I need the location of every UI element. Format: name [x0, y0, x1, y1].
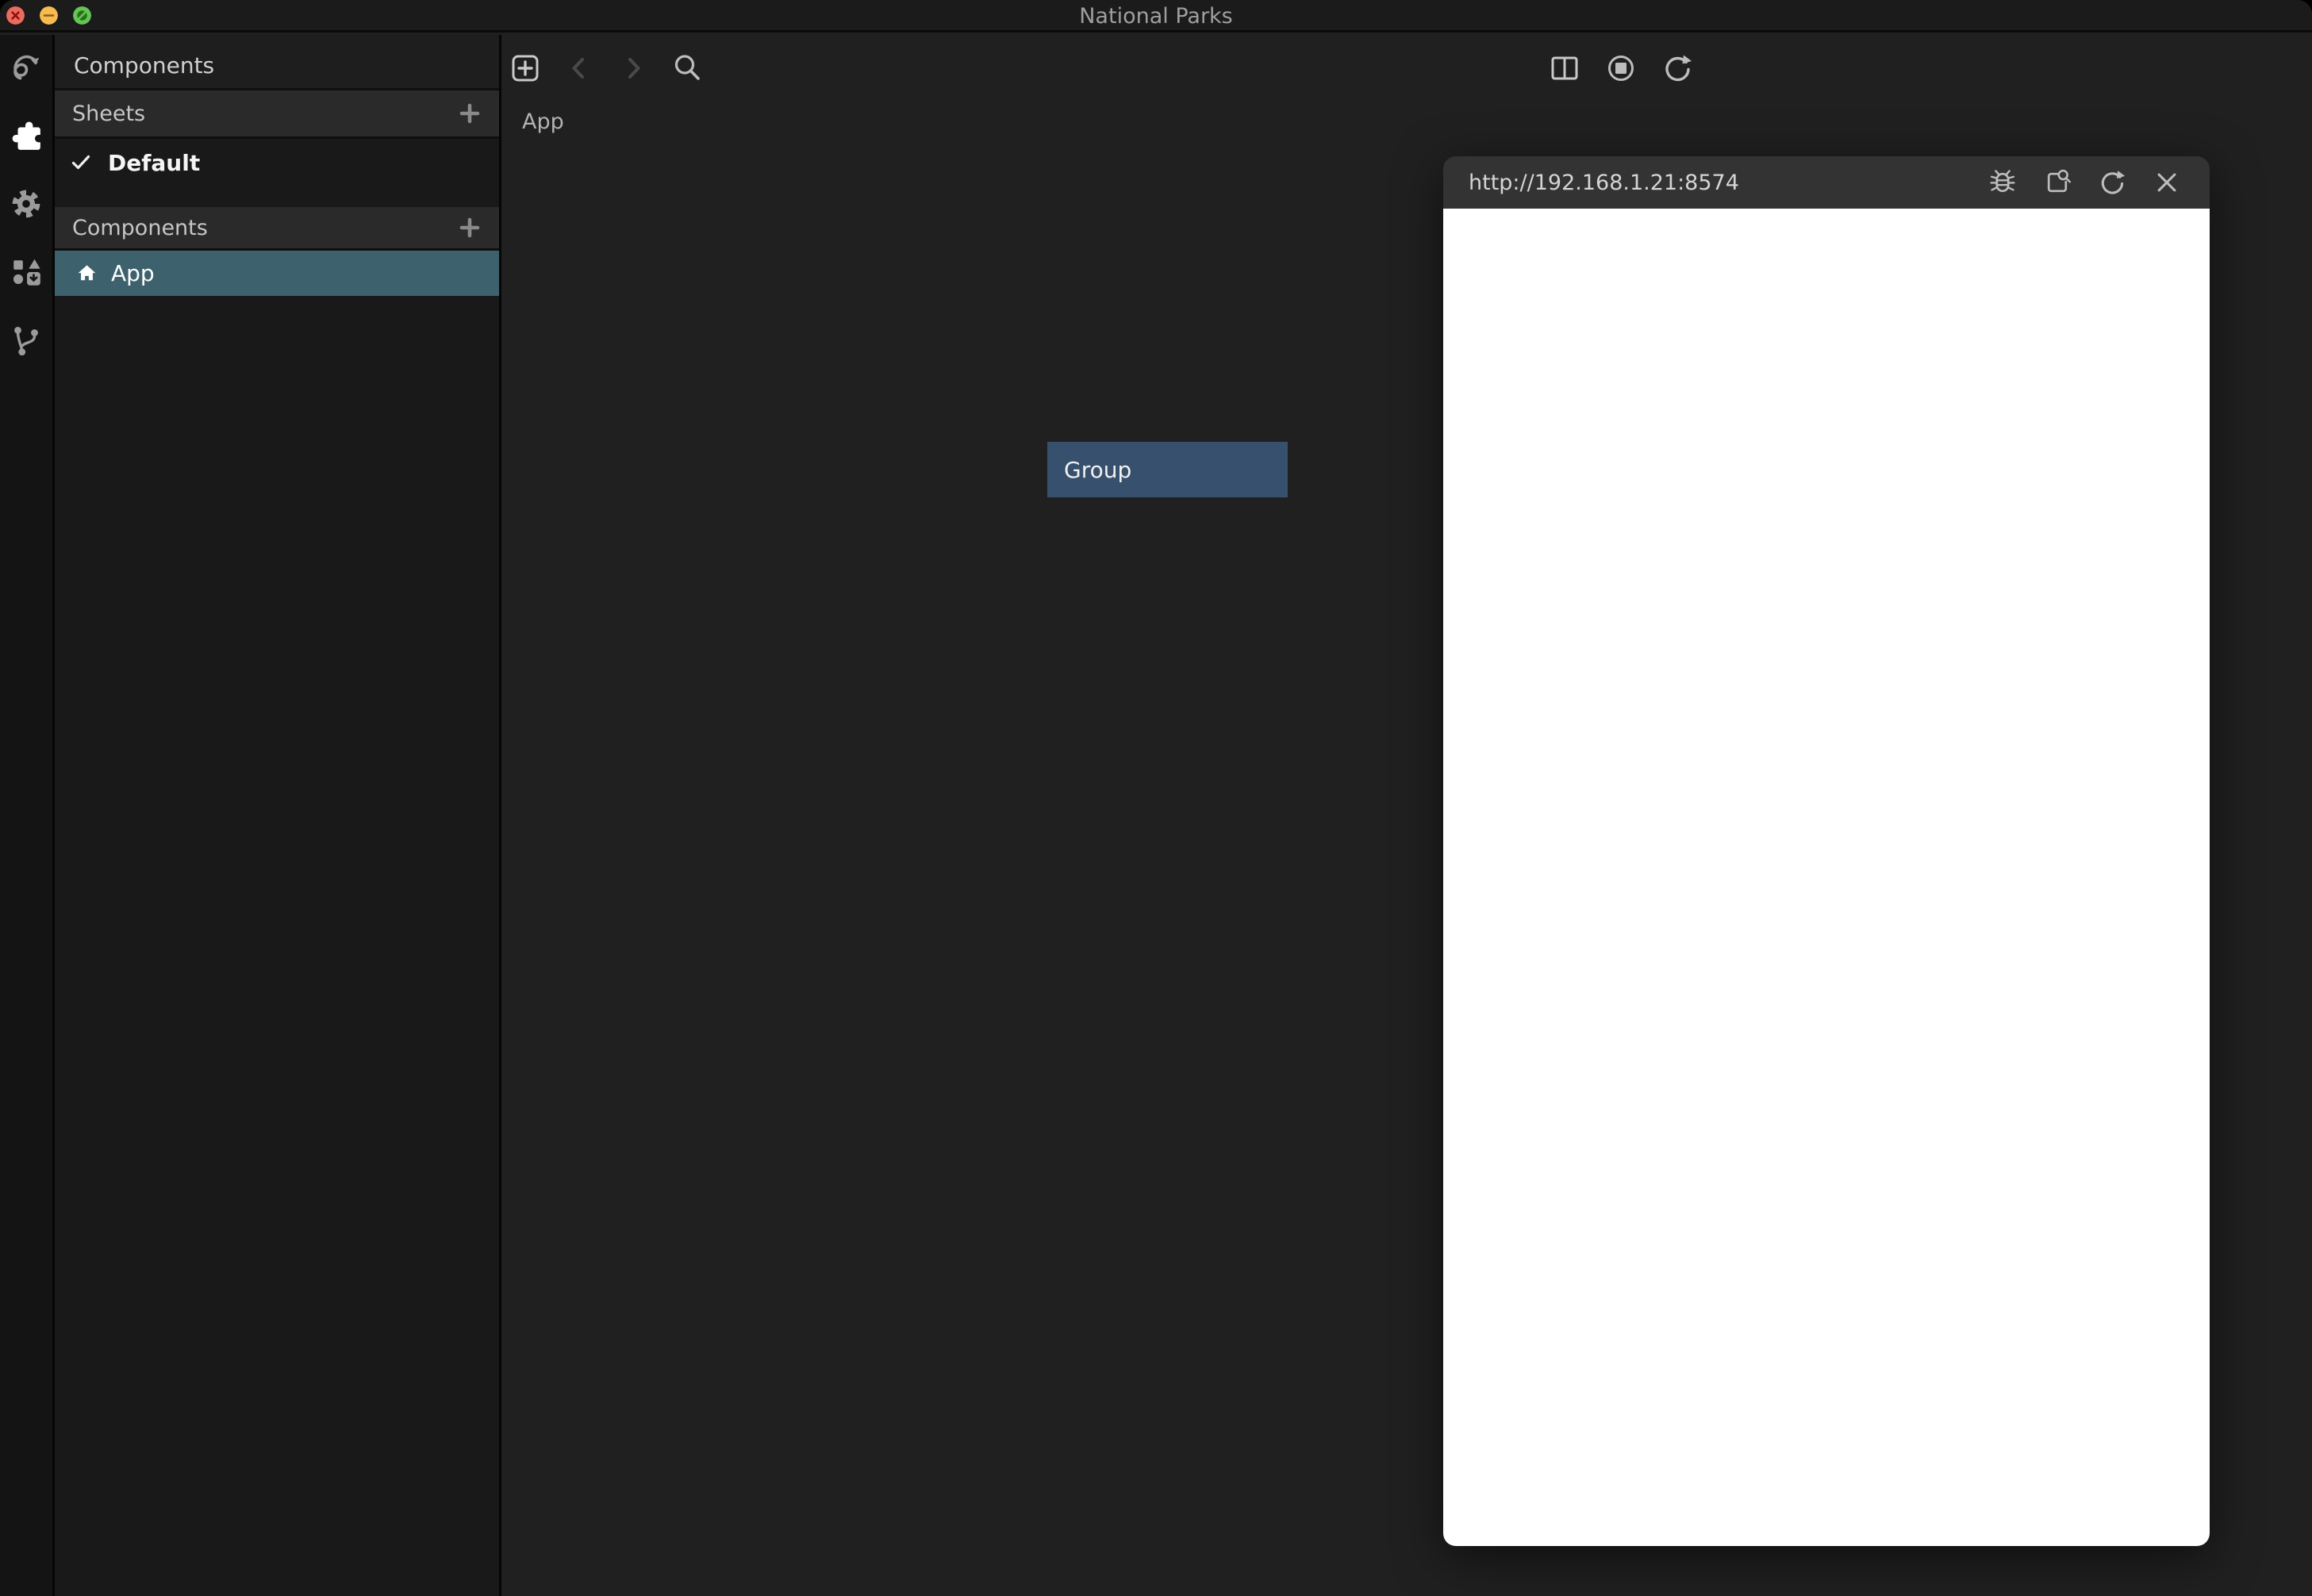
canvas: App Group http://192.168.1.21:8574 — [501, 35, 2312, 1596]
breadcrumb[interactable]: App — [522, 109, 564, 134]
canvas-toolbar-left — [509, 35, 703, 102]
preview-reload-icon[interactable] — [2098, 168, 2126, 197]
add-component-button[interactable] — [458, 216, 482, 240]
reload-icon[interactable] — [1661, 52, 1693, 84]
components-section-title: Components — [72, 216, 208, 240]
preview-header-icons — [1988, 168, 2181, 197]
home-icon — [76, 263, 98, 284]
preview-window: http://192.168.1.21:8574 — [1443, 156, 2210, 1546]
add-sheet-button[interactable] — [458, 102, 482, 125]
sheets-section-title: Sheets — [72, 102, 145, 126]
preview-content — [1443, 209, 2210, 1546]
nav-back-icon[interactable] — [563, 52, 595, 84]
canvas-toolbar-right — [1549, 35, 1693, 102]
assets-shapes-icon[interactable] — [10, 255, 43, 289]
sheets-section-header: Sheets — [55, 90, 499, 139]
window-title: National Parks — [0, 0, 2312, 33]
group-element[interactable]: Group — [1047, 442, 1288, 497]
settings-gear-icon[interactable] — [10, 187, 43, 221]
inspect-icon[interactable] — [2043, 168, 2072, 197]
checkmark-icon — [70, 152, 92, 174]
sidebar: Components Sheets Default Components — [55, 35, 501, 1596]
preview-url: http://192.168.1.21:8574 — [1469, 171, 1739, 195]
search-icon[interactable] — [671, 52, 703, 84]
preview-close-icon[interactable] — [2153, 168, 2181, 197]
split-view-icon[interactable] — [1549, 52, 1580, 84]
titlebar: National Parks — [0, 0, 2312, 33]
activity-rail — [0, 35, 55, 1596]
group-element-label: Group — [1064, 457, 1131, 483]
version-control-branch-icon[interactable] — [10, 324, 43, 357]
preview-header[interactable]: http://192.168.1.21:8574 — [1443, 156, 2210, 209]
app-window: National Parks — [0, 0, 2312, 1596]
components-icon[interactable] — [10, 119, 43, 152]
add-frame-icon[interactable] — [509, 52, 541, 84]
component-item-label: App — [111, 260, 155, 286]
nav-forward-icon[interactable] — [617, 52, 649, 84]
component-item-app[interactable]: App — [55, 251, 499, 296]
stop-icon[interactable] — [1605, 52, 1637, 84]
sidebar-panel-title: Components — [55, 35, 499, 90]
sheet-item-default[interactable]: Default — [55, 139, 499, 186]
debug-bug-icon[interactable] — [1988, 168, 2017, 197]
flow-icon[interactable] — [10, 51, 43, 84]
sidebar-spacer — [55, 186, 499, 207]
components-section-header: Components — [55, 207, 499, 251]
sheet-item-label: Default — [108, 150, 200, 176]
main-area: Components Sheets Default Components — [0, 35, 2312, 1596]
